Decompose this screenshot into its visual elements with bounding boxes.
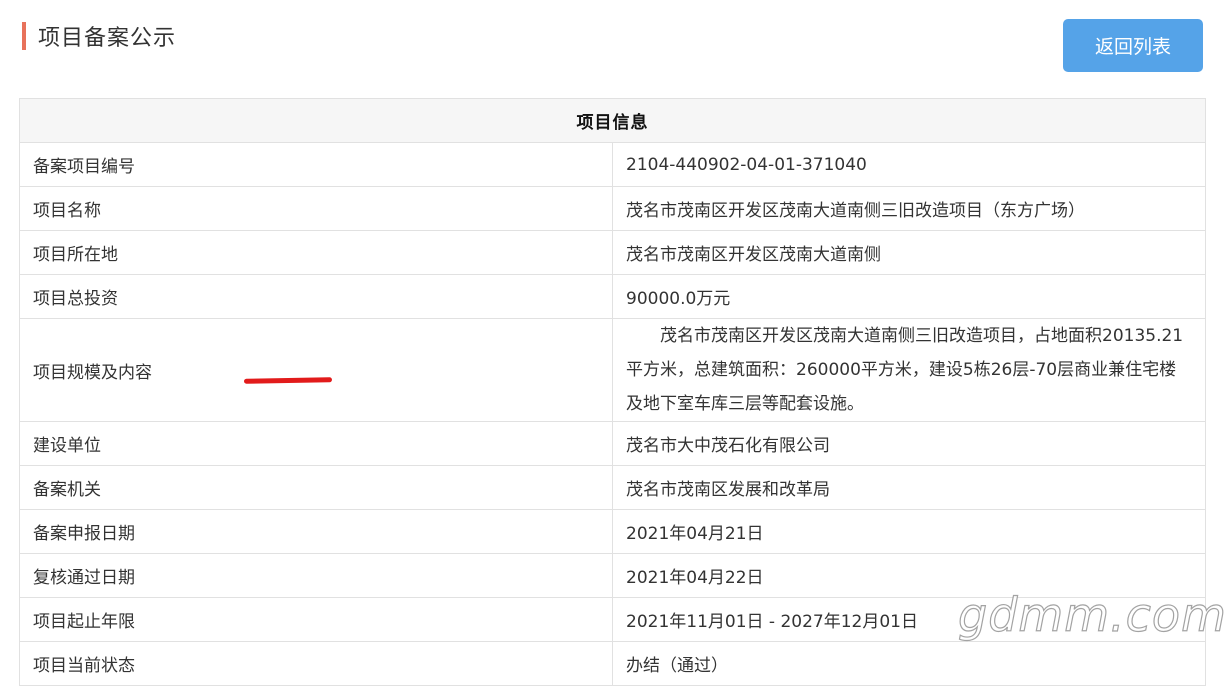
row-label: 备案机关 [19,465,613,510]
row-label: 建设单位 [19,421,613,466]
row-value: 茂名市茂南区开发区茂南大道南侧三旧改造项目，占地面积20135.21平方米，总建… [612,318,1206,422]
row-label: 备案项目编号 [19,142,613,187]
row-value: 茂名市大中茂石化有限公司 [612,421,1206,466]
row-label: 项目起止年限 [19,597,613,642]
page-title: 项目备案公示 [38,26,177,51]
table-row: 项目所在地 茂名市茂南区开发区茂南大道南侧 [19,230,1206,275]
table-caption: 项目信息 [19,98,1206,143]
row-value: 茂名市茂南区发展和改革局 [612,465,1206,510]
table-row: 项目总投资 90000.0万元 [19,274,1206,319]
row-label: 项目当前状态 [19,641,613,686]
table-row: 备案机关 茂名市茂南区发展和改革局 [19,465,1206,510]
table-row: 项目名称 茂名市茂南区开发区茂南大道南侧三旧改造项目（东方广场） [19,186,1206,231]
project-scale-text: 茂名市茂南区开发区茂南大道南侧三旧改造项目，占地面积20135.21平方米，总建… [626,326,1184,414]
table-row: 项目规模及内容 茂名市茂南区开发区茂南大道南侧三旧改造项目，占地面积20135.… [19,318,1206,422]
row-label: 项目所在地 [19,230,613,275]
row-value: 90000.0万元 [612,274,1206,319]
row-value: 茂名市茂南区开发区茂南大道南侧三旧改造项目（东方广场） [612,186,1206,231]
row-label: 项目总投资 [19,274,613,319]
row-label: 备案申报日期 [19,509,613,554]
row-value: 2021年04月21日 [612,509,1206,554]
row-label: 复核通过日期 [19,553,613,598]
table-row: 备案项目编号 2104-440902-04-01-371040 [19,142,1206,187]
row-label: 项目名称 [19,186,613,231]
site-watermark: gdmm.com [957,587,1227,642]
table-row: 备案申报日期 2021年04月21日 [19,509,1206,554]
page-header: 项目备案公示 [22,20,176,52]
row-value: 茂名市茂南区开发区茂南大道南侧 [612,230,1206,275]
back-to-list-button[interactable]: 返回列表 [1063,19,1203,72]
row-label: 项目规模及内容 [19,318,613,422]
title-accent-bar [22,22,26,50]
table-row: 项目当前状态 办结（通过） [19,641,1206,686]
table-row: 建设单位 茂名市大中茂石化有限公司 [19,421,1206,466]
row-value: 办结（通过） [612,641,1206,686]
row-value: 2104-440902-04-01-371040 [612,142,1206,187]
